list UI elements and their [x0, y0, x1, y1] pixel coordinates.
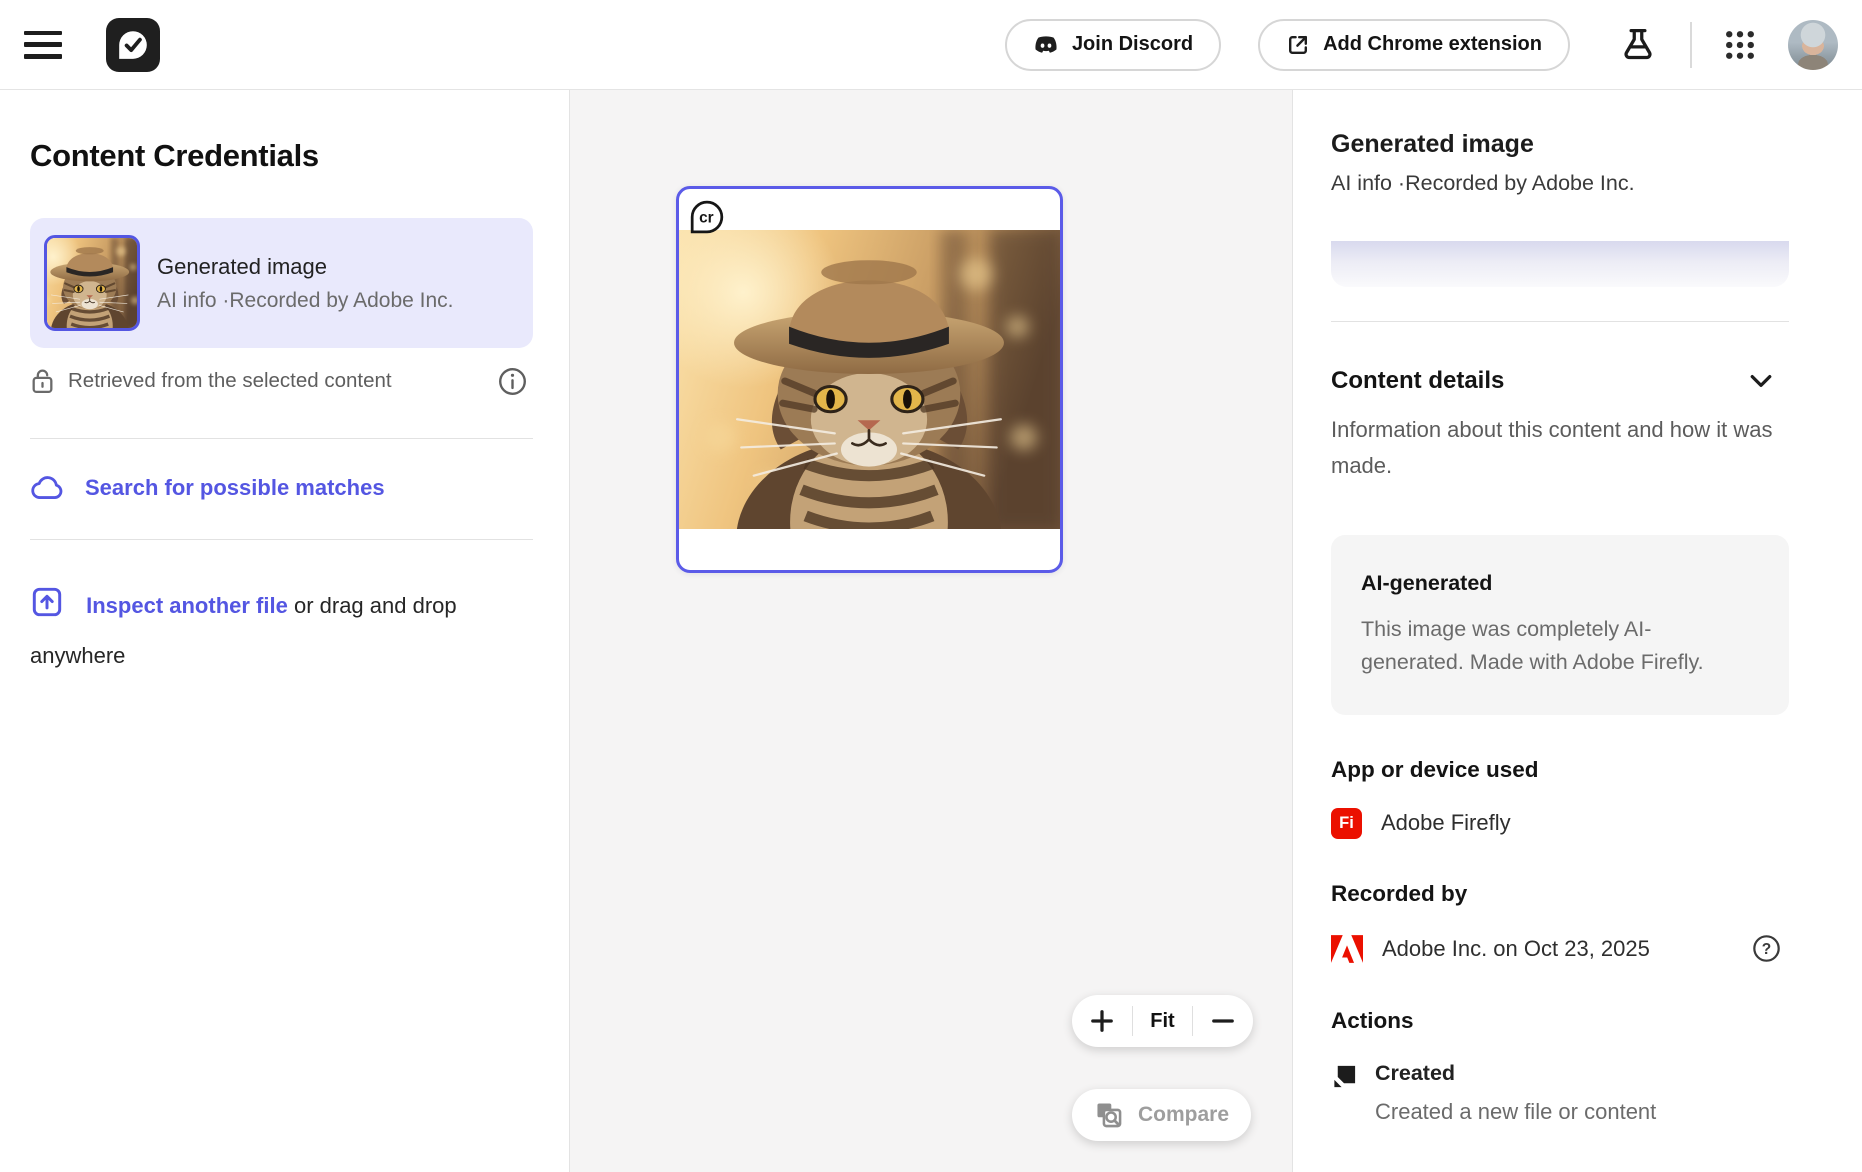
add-chrome-extension-label: Add Chrome extension: [1323, 33, 1542, 56]
search-matches-link[interactable]: Search for possible matches: [30, 473, 385, 503]
compare-label: Compare: [1138, 1103, 1229, 1127]
search-matches-label: Search for possible matches: [85, 475, 385, 501]
help-glyph: ?: [1761, 941, 1770, 958]
sidebar-divider-2: [30, 539, 533, 540]
ai-generated-card: AI-generated This image was completely A…: [1331, 535, 1789, 714]
zoom-out-button[interactable]: [1193, 995, 1253, 1047]
selected-content-card[interactable]: Generated image AI info ·Recorded by Ado…: [30, 218, 533, 348]
main-content: Content Credentials Generated image AI i…: [0, 90, 1862, 1172]
adobe-firefly-icon: Fi: [1331, 808, 1362, 839]
zoom-controls: Fit: [1072, 995, 1253, 1047]
recorded-by-heading: Recorded by: [1331, 881, 1788, 907]
cloud-search-icon: [30, 473, 66, 503]
zoom-fit-button[interactable]: Fit: [1133, 995, 1193, 1047]
actions-heading: Actions: [1331, 1008, 1788, 1034]
panel-subtitle: AI info ·Recorded by Adobe Inc.: [1331, 171, 1788, 196]
cr-pin-badge[interactable]: cr: [689, 199, 725, 235]
content-thumbnail: [44, 235, 140, 331]
preview-canvas: cr Fit: [570, 90, 1292, 1172]
action-title: Created: [1375, 1061, 1656, 1086]
cat-photo: [679, 230, 1060, 529]
plus-icon: [1089, 1008, 1115, 1034]
grid-icon: [1721, 26, 1759, 64]
upload-file-icon: [30, 599, 70, 624]
join-discord-label: Join Discord: [1072, 33, 1193, 56]
action-row: Created Created a new file or content: [1331, 1061, 1783, 1125]
content-details-toggle[interactable]: Content details: [1331, 366, 1776, 396]
top-bar: Join Discord Add Chrome extension: [0, 0, 1862, 90]
experiments-button[interactable]: [1616, 23, 1660, 67]
inspected-image[interactable]: cr: [676, 186, 1063, 573]
created-action-icon: [1331, 1063, 1358, 1090]
ai-card-body: This image was completely AI-generated. …: [1361, 613, 1753, 678]
recorded-row: Adobe Inc. on Oct 23, 2025 ?: [1331, 932, 1783, 966]
help-icon: ?: [1751, 933, 1782, 964]
panel-title: Generated image: [1331, 130, 1788, 159]
details-panel: Generated image AI info ·Recorded by Ado…: [1292, 90, 1862, 1172]
user-avatar[interactable]: [1788, 20, 1838, 70]
discord-icon: [1033, 35, 1059, 55]
join-discord-button[interactable]: Join Discord: [1005, 19, 1221, 71]
zoom-in-button[interactable]: [1072, 995, 1132, 1047]
recorded-value: Adobe Inc. on Oct 23, 2025: [1382, 936, 1650, 962]
page-title: Content Credentials: [30, 138, 533, 174]
selected-card-texts: Generated image AI info ·Recorded by Ado…: [157, 254, 454, 313]
content-credentials-logo[interactable]: [106, 18, 160, 72]
panel-divider: [1331, 321, 1789, 322]
ai-card-heading: AI-generated: [1361, 571, 1759, 596]
add-chrome-extension-button[interactable]: Add Chrome extension: [1258, 19, 1570, 71]
app-row: Fi Adobe Firefly: [1331, 808, 1783, 839]
action-description: Created a new file or content: [1375, 1099, 1656, 1125]
apps-grid-button[interactable]: [1718, 23, 1762, 67]
content-details-description: Information about this content and how i…: [1331, 412, 1801, 483]
hamburger-menu-button[interactable]: [24, 28, 64, 62]
compare-icon: [1094, 1100, 1124, 1130]
retrieved-row: Retrieved from the selected content: [30, 360, 533, 402]
open-external-icon: [1286, 33, 1310, 57]
app-device-heading: App or device used: [1331, 757, 1788, 783]
credentials-sidebar: Content Credentials Generated image AI i…: [0, 90, 570, 1172]
compare-button[interactable]: Compare: [1072, 1089, 1251, 1141]
adobe-logo-icon: [1331, 935, 1363, 963]
sidebar-divider: [30, 438, 533, 439]
cr-glyph: cr: [699, 210, 714, 227]
retrieved-note: Retrieved from the selected content: [68, 369, 392, 393]
content-details-heading: Content details: [1331, 367, 1504, 395]
inspect-another-file-link[interactable]: Inspect another file: [86, 593, 288, 618]
selected-card-title: Generated image: [157, 254, 454, 280]
action-texts: Created Created a new file or content: [1375, 1061, 1656, 1125]
minus-icon: [1210, 1008, 1236, 1034]
recorded-help-button[interactable]: ?: [1749, 932, 1783, 966]
scrolled-banner-remnant: [1331, 241, 1789, 287]
fit-label: Fit: [1150, 1010, 1174, 1033]
selected-card-subtitle: AI info ·Recorded by Adobe Inc.: [157, 289, 454, 313]
lock-icon: [30, 367, 55, 395]
cc-check-pin-icon: [116, 28, 150, 62]
retrieved-info-button[interactable]: [491, 360, 533, 402]
content-credentials-app: Join Discord Add Chrome extension: [0, 0, 1862, 1172]
chevron-down-icon: [1746, 366, 1776, 396]
info-icon: [497, 366, 528, 397]
inspect-file-block: Inspect another file or drag and drop an…: [30, 584, 542, 678]
topbar-divider: [1690, 22, 1692, 68]
app-name: Adobe Firefly: [1381, 810, 1511, 836]
flask-icon: [1618, 25, 1658, 65]
